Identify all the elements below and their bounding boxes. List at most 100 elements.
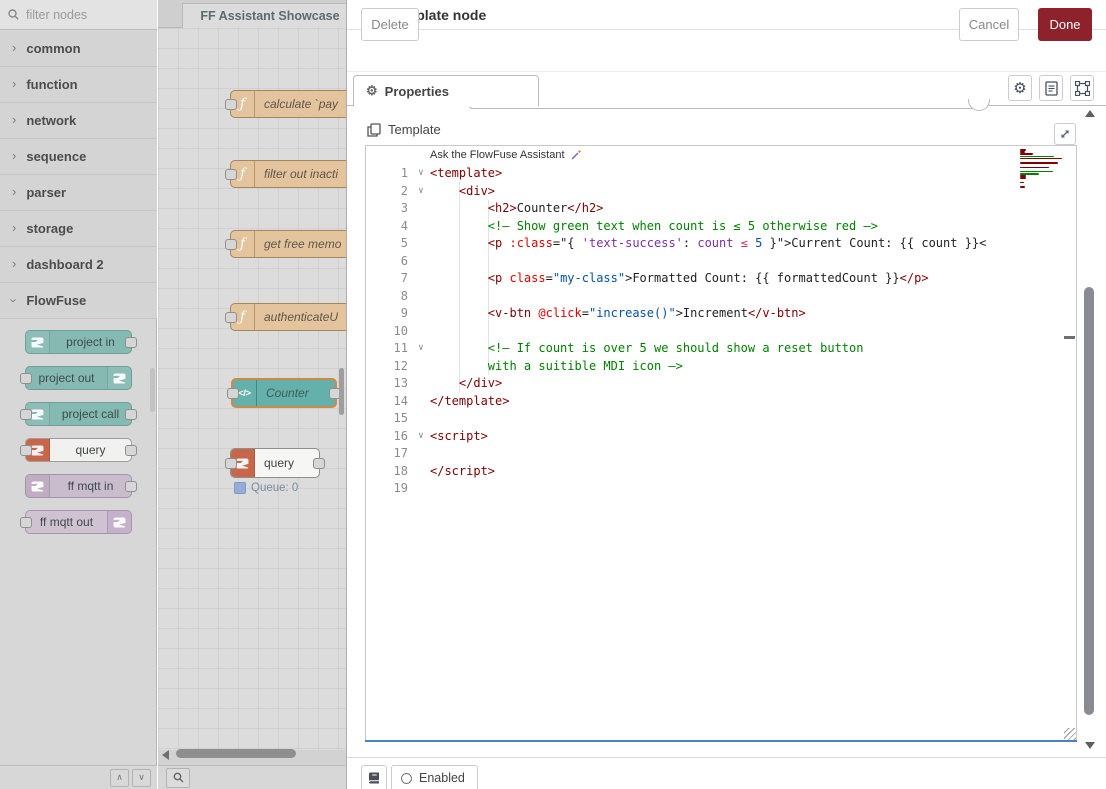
palette-category-label: network [26, 113, 76, 128]
canvas-node-calculate-pay[interactable]: ƒcalculate `pay [230, 90, 346, 118]
tab-properties[interactable]: ⚙ Properties [353, 75, 539, 107]
chevron-right-icon: › [12, 220, 16, 235]
collapse-all-button[interactable]: ∧ [110, 769, 129, 787]
line-number: 19 [366, 480, 412, 498]
code-line: 19 [366, 480, 1077, 498]
line-number: 17 [366, 445, 412, 463]
flow-canvas[interactable]: FF Assistant Showcase ƒcalculate `pay ƒfi… [158, 0, 346, 789]
palette-category-label: parser [26, 185, 66, 200]
input-port [225, 239, 237, 250]
palette-node-ff-mqtt-in[interactable]: ff mqtt in [25, 474, 132, 498]
palette-category-storage[interactable]: ›storage [0, 211, 157, 247]
canvas-node-query[interactable]: query [230, 448, 320, 478]
flow-tab-label: FF Assistant Showcase [200, 9, 339, 23]
editor-resize-handle[interactable] [1064, 728, 1076, 740]
code-text: <h2>Counter</h2> [430, 200, 1077, 218]
flow-tab[interactable]: FF Assistant Showcase [182, 3, 346, 28]
docs-button[interactable] [361, 765, 387, 789]
code-text: <div> [430, 183, 1077, 201]
palette-search[interactable] [0, 0, 157, 30]
canvas-node-authenticateu[interactable]: ƒauthenticateU [230, 303, 346, 331]
input-port [20, 445, 32, 456]
canvas-grid[interactable]: ƒcalculate `pay ƒfilter out inacti ƒget fr… [158, 28, 346, 750]
expand-editor-button[interactable] [1054, 123, 1076, 145]
navigator-button[interactable] [166, 768, 190, 788]
palette-category-label: function [26, 77, 77, 92]
fold-toggle-icon[interactable]: ∨ [412, 183, 430, 201]
line-number: 6 [366, 253, 412, 271]
fold-toggle-icon[interactable]: ∨ [412, 165, 430, 183]
palette-category-sequence[interactable]: ›sequence [0, 139, 157, 175]
palette-category-network[interactable]: ›network [0, 103, 157, 139]
output-port [125, 481, 137, 492]
flow-tab-bar: FF Assistant Showcase [158, 0, 346, 28]
palette-node-project-in[interactable]: project in [25, 330, 132, 354]
scroll-down-arrow-icon[interactable] [1085, 742, 1095, 749]
template-glyph: </> [238, 388, 250, 399]
fold-gutter [412, 253, 430, 271]
code-editor[interactable]: Ask the FlowFuse Assistant 1∨<template>2… [365, 145, 1077, 742]
appearance-tab-button[interactable] [1070, 75, 1094, 101]
palette-node-project-call[interactable]: project call [25, 402, 132, 426]
output-port [125, 337, 137, 348]
palette-node-label: project out [26, 371, 107, 385]
palette-node-ff-mqtt-out[interactable]: ff mqtt out [25, 510, 132, 534]
code-line: 4 <!— Show green text when count is ≤ 5 … [366, 218, 1077, 236]
palette-node-label: project call [50, 407, 131, 421]
tab-properties-label: Properties [385, 84, 449, 99]
done-button[interactable]: Done [1038, 8, 1092, 41]
fold-gutter [412, 358, 430, 376]
palette-category-parser[interactable]: ›parser [0, 175, 157, 211]
scroll-up-arrow-icon[interactable] [1085, 110, 1095, 117]
chevron-right-icon: › [12, 76, 16, 91]
minimap[interactable] [1020, 149, 1066, 191]
code-line: 14 </template> [366, 393, 1077, 411]
appearance-frame-icon [1075, 81, 1090, 96]
fold-gutter [412, 200, 430, 218]
canvas-node-get-free-memo[interactable]: ƒget free memo [230, 230, 346, 258]
fold-gutter [412, 410, 430, 428]
expand-all-button[interactable]: ∨ [132, 769, 151, 787]
fold-toggle-icon[interactable]: ∨ [412, 340, 430, 358]
magnifier-icon [173, 772, 184, 783]
search-input[interactable] [24, 7, 138, 23]
delete-button[interactable]: Delete [361, 8, 419, 41]
palette-category-label: sequence [26, 149, 86, 164]
chevron-down-icon: › [7, 298, 22, 302]
node-palette: ›common›function›network›sequence›parser… [0, 0, 157, 789]
line-number: 8 [366, 288, 412, 306]
output-port [125, 445, 137, 456]
fold-gutter [412, 323, 430, 341]
hscroll-left-arrow-icon[interactable] [162, 750, 169, 760]
enabled-toggle-button[interactable]: Enabled [391, 765, 478, 789]
description-tab-button[interactable] [1039, 75, 1063, 101]
palette-node-project-out[interactable]: project out [25, 366, 132, 390]
cancel-button[interactable]: Cancel [959, 8, 1019, 41]
overview-ruler-mark [1064, 336, 1075, 339]
canvas-node-counter[interactable]: </>Counter [231, 378, 337, 408]
palette-node-query[interactable]: query [25, 438, 132, 462]
flowfuse-logo-icon [107, 367, 131, 389]
palette-category-function[interactable]: › function [0, 67, 157, 103]
assistant-hint[interactable]: Ask the FlowFuse Assistant [430, 149, 582, 161]
line-number: 18 [366, 463, 412, 481]
editor-focus-underline [365, 740, 1077, 742]
palette-category-dashboard-2[interactable]: ›dashboard 2 [0, 247, 157, 283]
canvas-node-filter-out-inacti[interactable]: ƒfilter out inacti [230, 160, 346, 188]
palette-footer: ∧ ∨ [0, 765, 157, 789]
palette-category-common[interactable]: ›common [0, 31, 157, 67]
fold-gutter [412, 288, 430, 306]
properties-tab-button[interactable]: ⚙ [1008, 75, 1032, 101]
canvas-vscrollbar-thumb[interactable] [339, 368, 344, 415]
template-field-label: Template [388, 122, 441, 137]
fold-gutter [412, 270, 430, 288]
minimap-line [1020, 158, 1062, 160]
output-port [313, 458, 325, 469]
line-number: 14 [366, 393, 412, 411]
canvas-node-label: calculate `pay [255, 97, 346, 111]
palette-scrollbar-thumb[interactable] [150, 368, 155, 412]
fold-toggle-icon[interactable]: ∨ [412, 428, 430, 446]
canvas-hscrollbar-thumb[interactable] [176, 749, 296, 758]
dialog-scrollbar-thumb[interactable] [1084, 287, 1094, 715]
code-text: </template> [430, 393, 1077, 411]
